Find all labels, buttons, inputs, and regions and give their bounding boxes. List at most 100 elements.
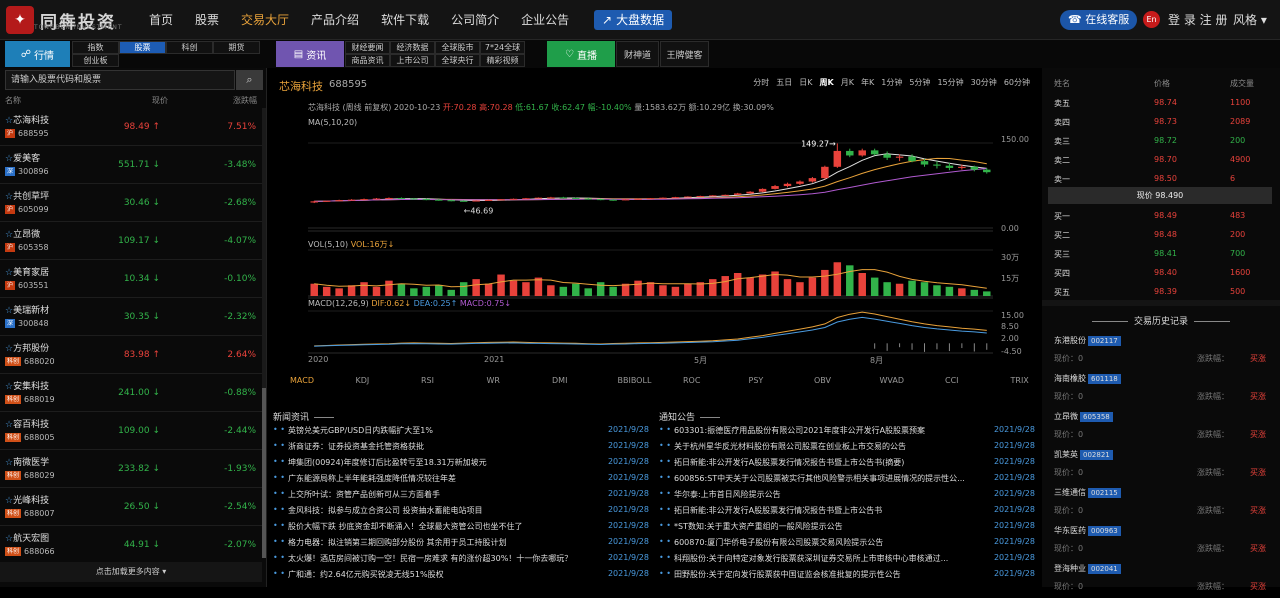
stock-row[interactable]: ☆光峰科技 科创 688007 26.50 ↓ -2.54% (0, 488, 262, 526)
market-tab-0[interactable]: 指数 (72, 41, 119, 54)
notice-item[interactable]: • • 田野股份:关于定向发行股票获中国证监会核准批复的提示性公告 2021/9/2… (659, 569, 1039, 585)
indicator-tab-7[interactable]: PSY (749, 376, 764, 385)
stock-row[interactable]: ☆美育家居沪 603551 10.34 ↓ -0.10% (0, 260, 262, 298)
order-row[interactable]: 买四 98.40 1600 (1042, 263, 1280, 282)
stock-row[interactable]: ☆芯海科技沪 688595 98.49 ↑ 7.51% (0, 108, 262, 146)
indicator-tab-5[interactable]: BBIBOLL (618, 376, 652, 385)
stock-row[interactable]: ☆立昂微沪 605358 109.17 ↓ -4.07% (0, 222, 262, 260)
search-icon[interactable]: ⌕ (236, 70, 263, 90)
star-icon[interactable]: ☆ (5, 268, 13, 278)
history-row[interactable]: 登海种业 002041 现价：0 涨跌幅： 买涨 (1054, 560, 1276, 598)
indicator-tab-4[interactable]: DMI (552, 376, 567, 385)
style-switch[interactable]: 风格 ▾ (1233, 0, 1267, 40)
star-icon[interactable]: ☆ (5, 192, 13, 202)
indicator-tab-3[interactable]: WR (487, 376, 500, 385)
star-icon[interactable]: ☆ (5, 458, 13, 468)
history-row[interactable]: 东港股份 002117 现价：0 涨跌幅： 买涨 (1054, 332, 1276, 370)
news-tab-5[interactable]: 上市公司 (390, 54, 435, 67)
stock-row[interactable]: ☆南微医学 科创 688029 233.82 ↓ -1.93% (0, 450, 262, 488)
indicator-tab-9[interactable]: WVAD (880, 376, 905, 385)
news-tab-3[interactable]: 7*24全球 (480, 41, 525, 54)
star-icon[interactable]: ☆ (5, 344, 13, 354)
notice-item[interactable]: • • *ST数知:关于重大资产重组的一般风险提示公告 2021/9/28 (659, 521, 1039, 537)
market-tab-4[interactable]: 创业板 (72, 54, 119, 67)
register-link[interactable]: 注 册 (1200, 13, 1228, 27)
indicator-tab-6[interactable]: ROC (683, 376, 700, 385)
bigdata-button[interactable]: ↗ 大盘数据 (594, 10, 673, 30)
news-tab-0[interactable]: 财经要闻 (345, 41, 390, 54)
nav-item-6[interactable]: 企业公告 (510, 0, 580, 40)
news-item[interactable]: • • 广和通：约2.64亿元购买锐凌无线51%股权 2021/9/28 (273, 569, 653, 585)
stock-row[interactable]: ☆共创草坪沪 605099 30.46 ↓ -2.68% (0, 184, 262, 222)
news-tab-1[interactable]: 经济数据 (390, 41, 435, 54)
stock-row[interactable]: ☆航天宏图 科创 688066 44.91 ↓ -2.07% (0, 526, 262, 564)
live-tab-wangpai[interactable]: 王牌健客 (660, 41, 709, 67)
login-link[interactable]: 登 录 (1168, 13, 1196, 27)
news-item[interactable]: • • 股价大幅下跌 抄底资金却不断涌入！全球最大资管公司也坐不住了 2021/9/… (273, 521, 653, 537)
star-icon[interactable]: ☆ (5, 534, 13, 544)
order-row[interactable]: 卖一 98.50 6 (1042, 169, 1280, 188)
news-tab-7[interactable]: 精彩视频 (480, 54, 525, 67)
stock-row[interactable]: ☆美瑞新材深 300848 30.35 ↓ -2.32% (0, 298, 262, 336)
language-toggle[interactable]: En (1143, 11, 1160, 28)
order-row[interactable]: 买五 98.39 500 (1042, 282, 1280, 301)
news-item[interactable]: • • 浙商证券：证券投资基金托管资格获批 2021/9/28 (273, 441, 653, 457)
history-row[interactable]: 三维通信 002115 现价：0 涨跌幅： 买涨 (1054, 484, 1276, 522)
notice-item[interactable]: • • 拓日新能:非公开发行A股股票发行情况报告书暨上市公告书 2021/9/28 (659, 505, 1039, 521)
news-item[interactable]: • • 太火爆！酒店房间被订购一空！民宿一房难求 有的涨价超30%！十一你去哪玩？… (273, 553, 653, 569)
star-icon[interactable]: ☆ (5, 382, 13, 392)
stock-list-scrollbar[interactable] (262, 108, 266, 558)
order-row[interactable]: 买一 98.49 483 (1042, 206, 1280, 225)
indicator-tab-1[interactable]: KDJ (356, 376, 370, 385)
stock-row[interactable]: ☆方邦股份 科创 688020 83.98 ↑ 2.64% (0, 336, 262, 374)
order-row[interactable]: 卖二 98.70 4900 (1042, 150, 1280, 169)
scroll-thumb[interactable] (262, 388, 266, 558)
news-item[interactable]: • • 坤集团(00924)年度修订后比盈转亏至18.31万新加坡元 2021/9/… (273, 457, 653, 473)
order-row[interactable]: 买三 98.41 700 (1042, 244, 1280, 263)
star-icon[interactable]: ☆ (5, 306, 13, 316)
indicator-tab-0[interactable]: MACD (290, 376, 314, 385)
news-item[interactable]: • • 广东能源局称上半年能耗强度降低情况较往年差 2021/9/28 (273, 473, 653, 489)
stock-row[interactable]: ☆容百科技 科创 688005 109.00 ↓ -2.44% (0, 412, 262, 450)
star-icon[interactable]: ☆ (5, 154, 13, 164)
market-tab-1[interactable]: 股票 (119, 41, 166, 54)
market-tab-3[interactable]: 期货 (213, 41, 260, 54)
notice-item[interactable]: • • 拓日新能:非公开发行A股股票发行情况报告书暨上市公告书(摘要) 2021/9… (659, 457, 1039, 473)
notice-item[interactable]: • • 科翔股份:关于向特定对象发行股票获深圳证券交易所上市审核中心审核通过...… (659, 553, 1039, 569)
live-tab-caishendao[interactable]: 财神道 (616, 41, 659, 67)
nav-item-0[interactable]: 首页 (138, 0, 184, 40)
notice-item[interactable]: • • 603301:振德医疗用品股份有限公司2021年度非公开发行A股股票预案 2… (659, 425, 1039, 441)
history-row[interactable]: 海南橡胶 601118 现价：0 涨跌幅： 买涨 (1054, 370, 1276, 408)
nav-item-1[interactable]: 股票 (184, 0, 230, 40)
notice-item[interactable]: • • 华尔泰:上市首日风险提示公告 2021/9/28 (659, 489, 1039, 505)
kline-chart[interactable]: 149.27→ ←46.69 (268, 68, 1040, 368)
news-item[interactable]: • • 英镑兑美元GBP/USD日内跌幅扩大至1% 2021/9/28 (273, 425, 653, 441)
star-icon[interactable]: ☆ (5, 496, 13, 506)
star-icon[interactable]: ☆ (5, 420, 13, 430)
news-tab-6[interactable]: 全球央行 (435, 54, 480, 67)
history-row[interactable]: 凯莱英 002821 现价：0 涨跌幅： 买涨 (1054, 446, 1276, 484)
nav-item-3[interactable]: 产品介绍 (300, 0, 370, 40)
stock-search-input[interactable] (5, 70, 235, 90)
history-row[interactable]: 立昂微 605358 现价：0 涨跌幅： 买涨 (1054, 408, 1276, 446)
market-button[interactable]: ☍ 行情 (5, 41, 70, 67)
live-button[interactable]: ♡ 直播 (547, 41, 615, 67)
star-icon[interactable]: ☆ (5, 116, 13, 126)
nav-item-4[interactable]: 软件下载 (370, 0, 440, 40)
load-more-button[interactable]: 点击加载更多内容 ▾ (0, 562, 262, 582)
news-item[interactable]: • • 格力电器：拟注销第三期回购部分股份 其余用于员工持股计划 2021/9/28 (273, 537, 653, 553)
order-row[interactable]: 卖三 98.72 200 (1042, 131, 1280, 150)
notice-item[interactable]: • • 600856:ST中天关于公司股票被实行其他风险警示相关事项进展情况的提示… (659, 473, 1039, 489)
star-icon[interactable]: ☆ (5, 230, 13, 240)
indicator-tab-10[interactable]: CCI (945, 376, 959, 385)
news-tab-4[interactable]: 商品资讯 (345, 54, 390, 67)
notice-item[interactable]: • • 关于杭州星华反光材料股份有限公司股票在创业板上市交易的公告 2021/9/2… (659, 441, 1039, 457)
notice-item[interactable]: • • 600870:厦门华侨电子股份有限公司股票交易风险提示公告 2021/9/2… (659, 537, 1039, 553)
news-item[interactable]: • • 金风科技：拟参与成立合资公司 投资抽水蓄能电站项目 2021/9/28 (273, 505, 653, 521)
stock-row[interactable]: ☆爱美客深 300896 551.71 ↓ -3.48% (0, 146, 262, 184)
news-item[interactable]: • • 上交所叶试：资管产品创新可从三方面着手 2021/9/28 (273, 489, 653, 505)
indicator-tab-2[interactable]: RSI (421, 376, 434, 385)
news-button[interactable]: ▤ 资讯 (276, 41, 344, 67)
indicator-tab-8[interactable]: OBV (814, 376, 831, 385)
nav-item-5[interactable]: 公司简介 (440, 0, 510, 40)
